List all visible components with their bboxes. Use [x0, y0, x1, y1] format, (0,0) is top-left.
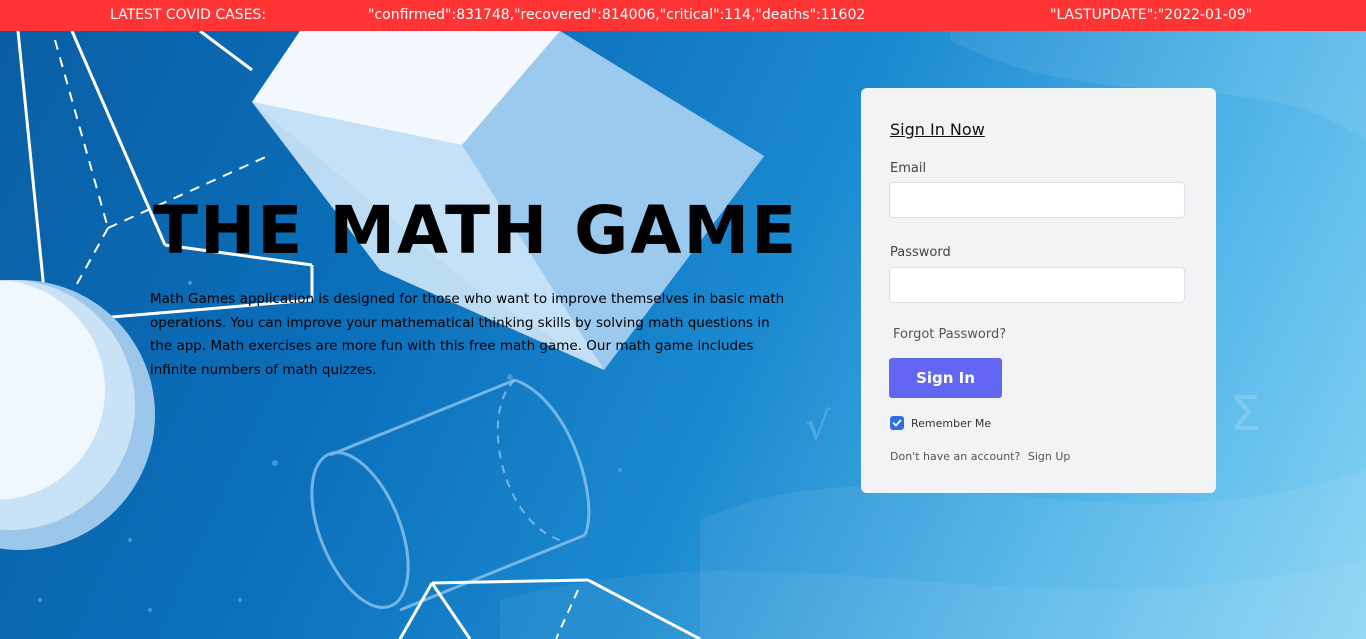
covid-banner-label: LATEST COVID CASES: [110, 7, 267, 23]
remember-me-row: Remember Me [890, 416, 991, 430]
svg-text:√: √ [805, 404, 831, 450]
signup-prompt: Don't have an account? Sign Up [890, 450, 1070, 463]
password-label: Password [890, 245, 951, 260]
email-label: Email [890, 161, 927, 176]
remember-me-label: Remember Me [911, 416, 992, 430]
page: LATEST COVID CASES: "confirmed":831748,"… [0, 0, 1366, 639]
signin-card: Sign In Now Email Password Forgot Passwo… [861, 88, 1216, 493]
hero-title: THE MATH GAME [153, 192, 799, 269]
no-account-text: Don't have an account? [890, 450, 1021, 463]
check-icon [892, 419, 902, 427]
covid-banner-stats: "confirmed":831748,"recovered":814006,"c… [368, 7, 866, 23]
signin-button[interactable]: Sign In [889, 358, 1002, 398]
email-field[interactable] [889, 182, 1185, 218]
covid-banner: LATEST COVID CASES: "confirmed":831748,"… [0, 0, 1366, 31]
remember-me-checkbox[interactable] [890, 416, 904, 430]
hero-description: Math Games application is designed for t… [150, 291, 785, 378]
covid-banner-last-update: "LASTUPDATE":"2022-01-09" [1050, 7, 1253, 23]
signin-title: Sign In Now [890, 120, 985, 139]
svg-text:Σ: Σ [1230, 386, 1260, 442]
signup-link[interactable]: Sign Up [1028, 450, 1071, 463]
forgot-password-link[interactable]: Forgot Password? [893, 327, 1006, 342]
password-field[interactable] [889, 267, 1185, 303]
